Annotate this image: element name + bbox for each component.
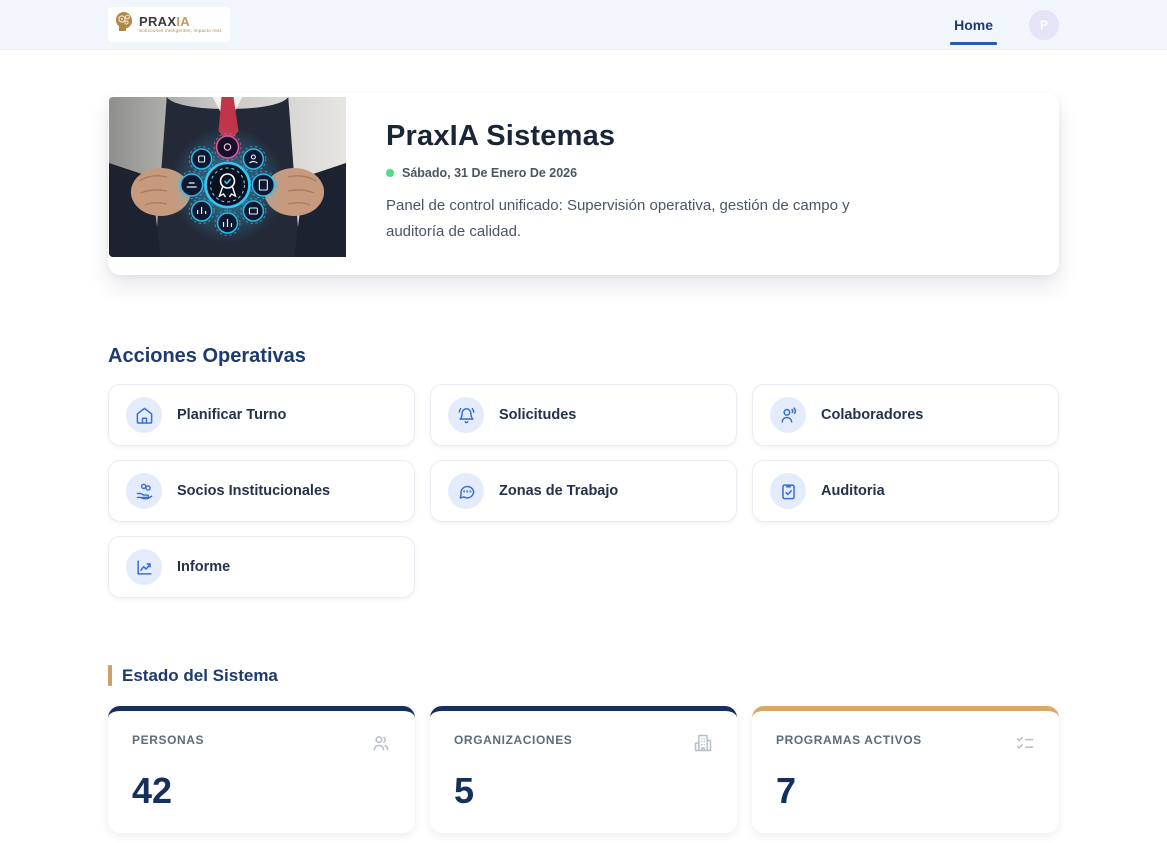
action-auditoria[interactable]: Auditoria — [752, 460, 1059, 522]
action-solicitudes[interactable]: Solicitudes — [430, 384, 737, 446]
building-icon — [693, 733, 713, 758]
user-voice-icon — [770, 397, 806, 433]
hand-coins-icon — [126, 473, 162, 509]
stats-grid: PERSONAS 42 ORGANIZACIONES 5 PROGRAMAS A… — [108, 706, 1059, 833]
bell-ring-icon — [448, 397, 484, 433]
brand-head-gears-icon — [113, 10, 135, 39]
stats-heading-row: Estado del Sistema — [108, 665, 1059, 686]
clipboard-check-icon — [770, 473, 806, 509]
gears-network-illustration — [109, 97, 346, 257]
stat-card-organizaciones: ORGANIZACIONES 5 — [430, 706, 737, 833]
action-label: Informe — [177, 559, 230, 575]
stat-value-organizaciones: 5 — [454, 770, 713, 812]
hero-image — [109, 97, 346, 257]
brand-logo[interactable]: PRAXIA Soluciones inteligentes, impacto … — [108, 7, 230, 42]
list-checks-icon — [1015, 733, 1035, 758]
action-label: Socios Institucionales — [177, 483, 330, 499]
brand-name: PRAXIA — [139, 15, 222, 28]
line-chart-icon — [126, 549, 162, 585]
stat-label: PERSONAS — [132, 733, 204, 747]
user-avatar[interactable]: P — [1029, 10, 1059, 40]
action-label: Planificar Turno — [177, 407, 286, 423]
message-dots-icon — [448, 473, 484, 509]
action-colaboradores[interactable]: Colaboradores — [752, 384, 1059, 446]
brand-tagline: Soluciones inteligentes, impacto real. — [139, 29, 222, 34]
home-icon — [126, 397, 162, 433]
action-grid: Planificar Turno Solicitudes Colaborador… — [108, 384, 1059, 598]
action-label: Colaboradores — [821, 407, 923, 423]
stat-label: ORGANIZACIONES — [454, 733, 572, 747]
stat-value-programas: 7 — [776, 770, 1035, 812]
page-title: PraxIA Sistemas — [386, 120, 861, 153]
nav-home[interactable]: Home — [952, 3, 995, 47]
actions-heading: Acciones Operativas — [108, 345, 1059, 368]
action-planificar-turno[interactable]: Planificar Turno — [108, 384, 415, 446]
hero-description: Panel de control unificado: Supervisión … — [386, 193, 861, 246]
app-header: PRAXIA Soluciones inteligentes, impacto … — [0, 0, 1167, 50]
main-content: PraxIA Sistemas Sábado, 31 De Enero De 2… — [108, 93, 1059, 833]
status-dot-icon — [386, 169, 394, 177]
action-zonas-de-trabajo[interactable]: Zonas de Trabajo — [430, 460, 737, 522]
stat-label: PROGRAMAS ACTIVOS — [776, 733, 922, 747]
action-socios-institucionales[interactable]: Socios Institucionales — [108, 460, 415, 522]
current-date: Sábado, 31 De Enero De 2026 — [402, 166, 577, 180]
stat-card-personas: PERSONAS 42 — [108, 706, 415, 833]
action-label: Auditoria — [821, 483, 885, 499]
stat-card-programas-activos: PROGRAMAS ACTIVOS 7 — [752, 706, 1059, 833]
users-icon — [371, 733, 391, 758]
action-label: Zonas de Trabajo — [499, 483, 618, 499]
hero-card: PraxIA Sistemas Sábado, 31 De Enero De 2… — [108, 93, 1059, 275]
action-informe[interactable]: Informe — [108, 536, 415, 598]
stat-value-personas: 42 — [132, 770, 391, 812]
action-label: Solicitudes — [499, 407, 576, 423]
gold-accent-bar — [108, 665, 112, 686]
stats-heading: Estado del Sistema — [122, 666, 278, 686]
